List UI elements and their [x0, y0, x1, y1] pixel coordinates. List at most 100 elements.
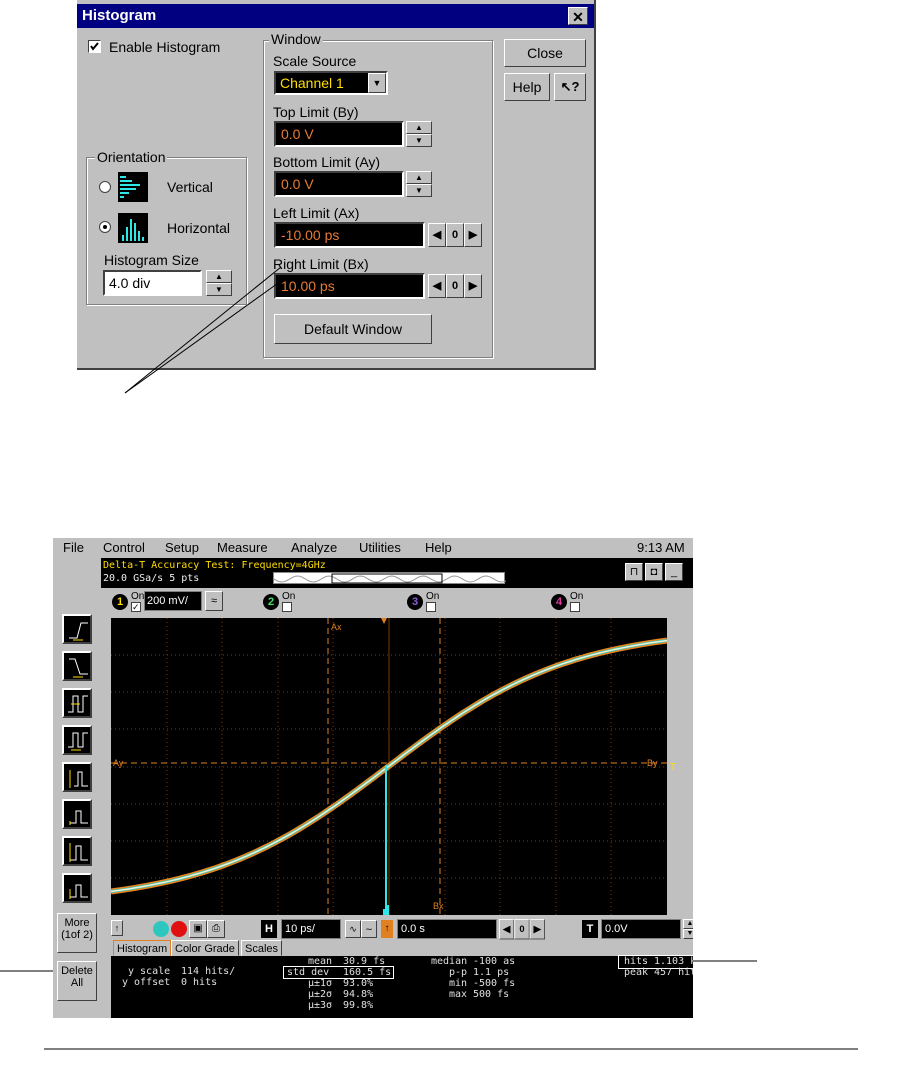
print-icon[interactable]: ⎙ [207, 920, 225, 938]
median-value: -100 as [473, 956, 516, 967]
coupling-icon[interactable]: ≈ [205, 591, 223, 611]
max-value: 500 fs [473, 989, 510, 1000]
menu-bar: File Control Setup Measure Analyze Utili… [53, 538, 693, 558]
histogram-results: y scale 114 hits/ y offset 0 hits mean 3… [111, 955, 693, 1018]
vtop-icon[interactable] [62, 836, 92, 866]
sigma2-value: 94.8% [343, 989, 374, 1000]
control-bar: ↑ ▣ ⎙ H 10 ps/ ∿ ∼ ↑ 0.0 s ◀ 0 ▶ T 0.0V ▲ ▼ [101, 918, 693, 940]
peak-label: peak [624, 967, 649, 978]
channel-1-checkbox[interactable]: ✓ [131, 602, 141, 612]
more-button[interactable]: More (1of 2) [57, 913, 97, 953]
trigger-position-marker [381, 618, 387, 624]
peak-value: 457 hits [654, 967, 693, 978]
stop-icon[interactable] [171, 921, 187, 937]
callout-line-left-limit [124, 266, 282, 394]
channel-3-checkbox[interactable] [426, 602, 436, 612]
min-value: -500 fs [473, 978, 516, 989]
delay-nav[interactable]: ◀ 0 ▶ [499, 919, 545, 940]
channel-4-on-label: On [570, 591, 584, 602]
tab-histogram[interactable]: Histogram [113, 940, 172, 956]
trigger-level-value: 0.0V [605, 923, 628, 935]
run-icon[interactable] [153, 921, 169, 937]
screenshot-icon[interactable]: ▣ [189, 920, 207, 938]
trigger-level-spinner[interactable]: ▲ ▼ [683, 919, 693, 939]
channel-3-on-label: On [426, 591, 440, 602]
minimize-icon[interactable]: _ [665, 563, 683, 581]
memory-bar[interactable] [273, 572, 506, 584]
menu-measure[interactable]: Measure [217, 540, 268, 555]
horizontal-scale-value: 10 ps/ [285, 923, 315, 935]
fall-time-icon[interactable] [62, 651, 92, 681]
trigger-level-marker: T [670, 762, 677, 773]
amplitude-icon[interactable] [62, 762, 92, 792]
delay-zero[interactable]: 0 [514, 919, 530, 940]
delay-marker-icon[interactable]: ↑ [381, 920, 393, 938]
channel-4-checkbox[interactable] [570, 602, 580, 612]
histogram-bar [385, 765, 387, 915]
channel-1-scale-input[interactable]: 200 mV/ [144, 591, 202, 611]
sigma1-value: 93.0% [343, 978, 374, 989]
sample-rate: 20.0 GSa/s 5 pts [103, 573, 200, 584]
channel-1-scale: 200 mV/ [147, 595, 188, 607]
marker-by-label: By [647, 758, 658, 768]
sigma3-label: µ±3σ [308, 1000, 333, 1011]
coarse-adjust-icon[interactable]: ∼ [361, 920, 377, 938]
histogram-bar [387, 905, 389, 915]
p-p-value: 1.1 ps [473, 967, 510, 978]
setup-title: Delta-T Accuracy Test: Frequency=4GHz [103, 560, 326, 571]
delete-all-button[interactable]: Delete All [57, 961, 97, 1001]
horizontal-label: H [261, 920, 277, 938]
fine-adjust-icon[interactable]: ∿ [345, 920, 361, 938]
callout-line-right-limit [124, 280, 282, 394]
menu-setup[interactable]: Setup [165, 540, 199, 555]
pulse-width-icon[interactable] [62, 688, 92, 718]
channel-3-badge[interactable]: 3 [407, 594, 423, 610]
p-p-label: p-p [449, 967, 468, 978]
y-scale-label: y scale [128, 966, 171, 977]
delay-value: 0.0 s [401, 923, 425, 935]
histogram-bar [383, 909, 385, 915]
median-label: median [431, 956, 468, 967]
rise-time-icon[interactable] [62, 614, 92, 644]
y-offset-value: 0 hits [181, 977, 218, 988]
channel-4-badge[interactable]: 4 [551, 594, 567, 610]
analysis-tabs: Histogram Color Grade Scales [111, 940, 693, 956]
channel-1-on-label: On [131, 591, 145, 602]
std-dev-highlight [283, 966, 394, 979]
marker-bx-label: Bx [433, 901, 444, 911]
channel-bar: 1 On ✓ 200 mV/ ≈ 2 On 3 On 4 On [101, 588, 693, 616]
channel-2-checkbox[interactable] [282, 602, 292, 612]
channel-1-badge[interactable]: 1 [112, 594, 128, 610]
tab-color-grade[interactable]: Color Grade [171, 940, 239, 956]
y-offset-label: y offset [122, 977, 171, 988]
trigger-label: T [582, 920, 598, 938]
measurement-toolbar: More (1of 2) Delete All [53, 558, 101, 1018]
menu-analyze[interactable]: Analyze [291, 540, 337, 555]
y-scale-value: 114 hits/ [181, 966, 236, 977]
menu-file[interactable]: File [63, 540, 84, 555]
horizontal-scale-input[interactable]: 10 ps/ [281, 919, 341, 939]
left-scroll-marker-icon[interactable]: ↑ [111, 920, 123, 936]
period-icon[interactable] [62, 725, 92, 755]
menu-utilities[interactable]: Utilities [359, 540, 401, 555]
sigma3-value: 99.8% [343, 1000, 374, 1011]
mouse-icon[interactable]: ◘ [645, 563, 663, 581]
channel-2-badge[interactable]: 2 [263, 594, 279, 610]
sigma1-label: µ±1σ [308, 978, 333, 989]
channel-2-on-label: On [282, 591, 296, 602]
menu-help[interactable]: Help [425, 540, 452, 555]
marker-ay-label: Ay [113, 758, 124, 768]
delay-input[interactable]: 0.0 s [397, 919, 497, 939]
waveform-display[interactable]: Ax Ay By Bx [111, 618, 667, 915]
clock: 9:13 AM [637, 540, 685, 555]
right-arrow-icon[interactable]: ▶ [529, 919, 545, 940]
left-arrow-icon[interactable]: ◀ [499, 919, 515, 940]
sigma2-label: µ±2σ [308, 989, 333, 1000]
menu-control[interactable]: Control [103, 540, 145, 555]
trigger-level-input[interactable]: 0.0V [601, 919, 681, 939]
tab-scales[interactable]: Scales [241, 940, 283, 956]
acquisition-header: Delta-T Accuracy Test: Frequency=4GHz 20… [101, 558, 693, 588]
overshoot-icon[interactable] [62, 873, 92, 903]
pulse-toolbar-icon[interactable]: ⊓ [625, 563, 643, 581]
vbase-icon[interactable] [62, 799, 92, 829]
